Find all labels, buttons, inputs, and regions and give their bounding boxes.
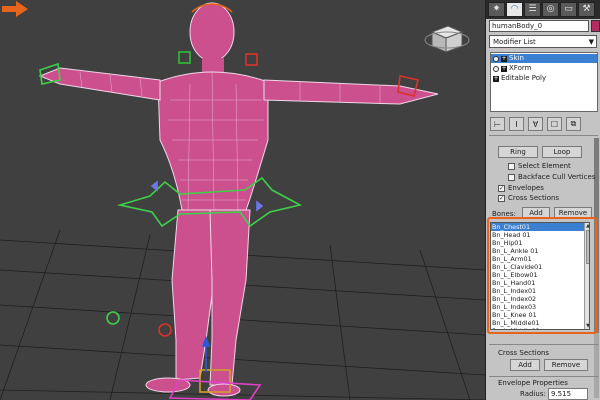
divider: [489, 344, 598, 345]
modifier-list-label: Modifier List: [493, 38, 536, 46]
stack-tool-icon[interactable]: ☐: [547, 117, 562, 131]
display-tab-icon[interactable]: ▭: [560, 2, 577, 17]
expand-icon[interactable]: +: [493, 75, 499, 82]
stack-item[interactable]: + XForm: [491, 64, 597, 73]
command-panel-tabs: ✷ ◠ ☰ ◎ ▭ ⚒: [486, 0, 600, 19]
create-tab-icon[interactable]: ✷: [488, 2, 505, 17]
lightbulb-icon[interactable]: [493, 55, 499, 62]
envelopes-row[interactable]: ✓ Envelopes: [498, 183, 544, 193]
divider: [489, 376, 598, 377]
viewport-perspective[interactable]: [0, 0, 485, 400]
cross-sections-label: Cross Sections: [508, 194, 560, 202]
arrow-pointer-icon: [2, 1, 28, 17]
select-element-checkbox[interactable]: [508, 162, 515, 170]
select-element-label: Select Element: [518, 162, 571, 170]
stack-tool-icon[interactable]: I: [509, 117, 524, 131]
stack-item[interactable]: + Editable Poly: [491, 74, 597, 83]
divider: [489, 135, 598, 136]
view-cube[interactable]: [424, 25, 470, 53]
add-cross-section-button[interactable]: Add: [510, 359, 540, 371]
envelope-properties-title: Envelope Properties: [498, 379, 568, 387]
radius-label: Radius:: [520, 390, 546, 398]
expand-icon[interactable]: +: [501, 65, 507, 72]
backface-cull-row[interactable]: Backface Cull Vertices: [508, 172, 596, 182]
stack-item-label: XForm: [509, 64, 532, 72]
ring-button[interactable]: Ring: [498, 146, 538, 158]
stack-tool-icon[interactable]: ⊢: [490, 117, 505, 131]
motion-tab-icon[interactable]: ◎: [542, 2, 559, 17]
scene-canvas: [0, 2, 485, 400]
hierarchy-tab-icon[interactable]: ☰: [524, 2, 541, 17]
remove-cross-section-button[interactable]: Remove: [544, 359, 588, 371]
modify-tab-icon[interactable]: ◠: [506, 2, 523, 17]
stack-item-label: Editable Poly: [501, 74, 547, 82]
backface-cull-checkbox[interactable]: [508, 173, 515, 181]
envelopes-label: Envelopes: [508, 184, 544, 192]
stack-toolbar: ⊢ I ∀ ☐ ⧉: [490, 116, 598, 132]
modifier-list-dropdown[interactable]: Modifier List ▼: [489, 35, 597, 48]
cross-sections-row[interactable]: ✓ Cross Sections: [498, 193, 559, 203]
cross-sections-title: Cross Sections: [498, 349, 550, 357]
loop-button[interactable]: Loop: [542, 146, 582, 158]
command-panel: ✷ ◠ ☰ ◎ ▭ ⚒ humanBody_0 Modifier List ▼ + Skin…: [485, 0, 600, 400]
envelopes-checkbox[interactable]: ✓: [498, 184, 505, 192]
stack-item[interactable]: + Skin: [491, 54, 597, 63]
expand-icon[interactable]: +: [501, 55, 507, 62]
stack-item-label: Skin: [509, 54, 524, 62]
chevron-down-icon: ▼: [588, 38, 594, 46]
stack-tool-icon[interactable]: ⧉: [566, 117, 581, 131]
object-name-field[interactable]: humanBody_0: [489, 20, 589, 32]
cross-sections-checkbox[interactable]: ✓: [498, 194, 505, 202]
modifier-stack[interactable]: + Skin + XForm + Editable Poly: [490, 52, 598, 112]
human-mesh[interactable]: [38, 2, 439, 397]
backface-cull-label: Backface Cull Vertices: [518, 173, 596, 181]
bones-list-highlight-frame: [487, 217, 597, 334]
stack-tool-icon[interactable]: ∀: [528, 117, 543, 131]
lightbulb-icon[interactable]: [493, 65, 499, 72]
object-color-swatch[interactable]: [591, 20, 600, 32]
utilities-tab-icon[interactable]: ⚒: [578, 2, 595, 17]
radius-input[interactable]: 9.515: [548, 388, 588, 400]
select-element-row[interactable]: Select Element: [508, 161, 571, 171]
